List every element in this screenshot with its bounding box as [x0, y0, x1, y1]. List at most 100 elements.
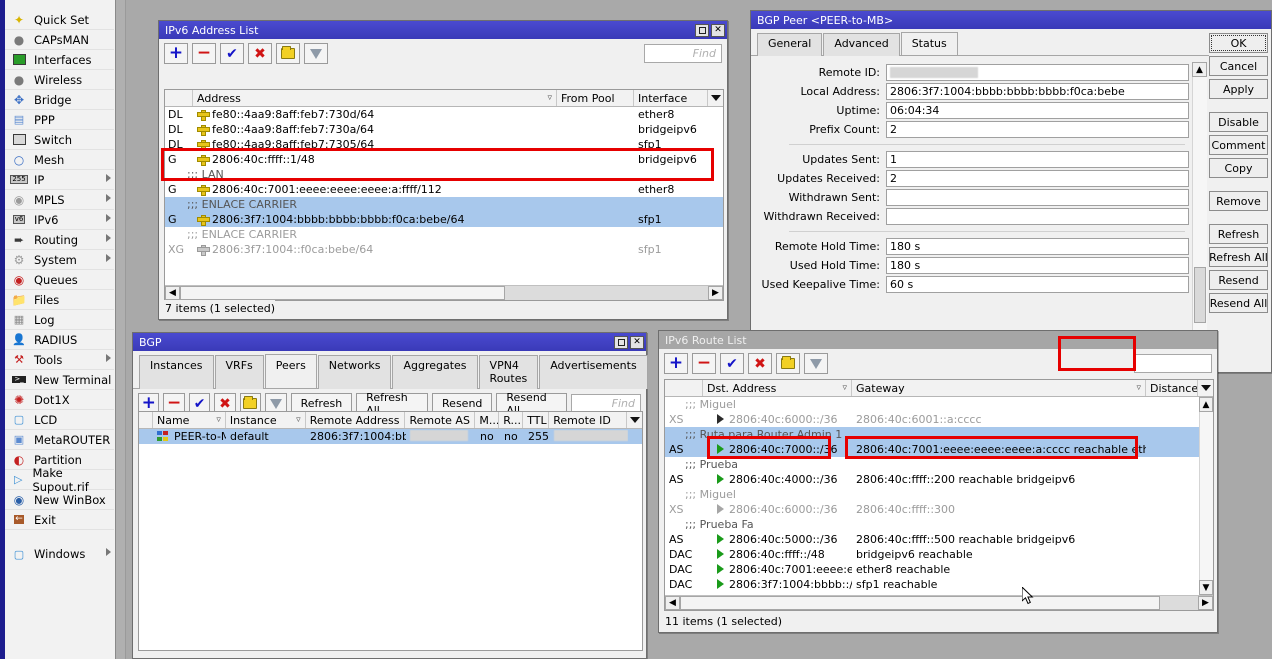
address-table-row[interactable]: DLfe80::4aa9:8aff:feb7:730d/64ether8: [165, 107, 723, 122]
comment-button[interactable]: [776, 353, 800, 374]
sidebar-item-metarouter[interactable]: ▣MetaROUTER: [5, 430, 114, 450]
tab-peers[interactable]: Peers: [265, 354, 317, 388]
column-chooser-icon[interactable]: [627, 412, 642, 428]
scroll-right-icon[interactable]: ▶: [708, 286, 723, 300]
ok-button[interactable]: OK: [1209, 33, 1268, 53]
route-comment-row[interactable]: ;;; Miguel: [665, 397, 1199, 412]
col-remote-address[interactable]: Remote Address: [306, 412, 406, 428]
address-table-row[interactable]: DLfe80::4aa9:8aff:feb7:730a/64bridgeipv6: [165, 122, 723, 137]
route-table-row[interactable]: AS2806:40c:7000::/362806:40c:7001:eeee:e…: [665, 442, 1199, 457]
close-icon[interactable]: ✕: [630, 336, 644, 349]
route-comment-row[interactable]: ;;; Prueba: [665, 457, 1199, 472]
field-value-input[interactable]: 2806:3f7:1004:bbbb:bbbb:bbbb:f0ca:bebe: [886, 83, 1189, 100]
col-name[interactable]: Name ▿: [153, 412, 226, 428]
resend-all-button[interactable]: Resend All: [1209, 293, 1268, 313]
route-comment-row[interactable]: ;;; Ruta para Router Admin 1: [665, 427, 1199, 442]
sidebar-item-dot1x[interactable]: ✺Dot1X: [5, 390, 114, 410]
col-flags[interactable]: [139, 412, 153, 428]
scroll-left-icon[interactable]: ◀: [165, 286, 180, 300]
col-interface[interactable]: Interface: [634, 90, 708, 106]
vscroll-track[interactable]: [1192, 77, 1207, 337]
address-table-row[interactable]: DLfe80::4aa9:8aff:feb7:7305/64sfp1: [165, 137, 723, 152]
address-comment-row[interactable]: ;;; ENLACE CARRIER: [165, 227, 723, 242]
sidebar-item-log[interactable]: ▦Log: [5, 310, 114, 330]
sidebar-item-lcd[interactable]: ▢LCD: [5, 410, 114, 430]
address-comment-row[interactable]: ;;; LAN: [165, 167, 723, 182]
resend-button[interactable]: Resend: [1209, 270, 1268, 290]
tab-aggregates[interactable]: Aggregates: [392, 355, 477, 389]
filter-button[interactable]: [304, 43, 328, 64]
sidebar-item-switch[interactable]: Switch: [5, 130, 114, 150]
route-hscrollbar[interactable]: ◀ ▶: [665, 595, 1213, 610]
col-dst-address[interactable]: Dst. Address ▿: [703, 380, 852, 396]
maximize-button[interactable]: [614, 336, 628, 349]
bgp-peer-row[interactable]: PEER-to-MBdefault2806:3f7:1004:bb...nono…: [139, 429, 642, 444]
sidebar-item-new-terminal[interactable]: >_New Terminal: [5, 370, 114, 390]
field-value-input[interactable]: 60 s: [886, 276, 1189, 293]
add-button[interactable]: +: [164, 43, 188, 64]
disable-button[interactable]: ✖: [248, 43, 272, 64]
vscroll-thumb[interactable]: [1194, 267, 1206, 323]
remove-button[interactable]: −: [192, 43, 216, 64]
col-m[interactable]: M...: [475, 412, 499, 428]
sidebar-item-system[interactable]: ⚙System: [5, 250, 114, 270]
field-value-input[interactable]: 180 s: [886, 238, 1189, 255]
peer-titlebar[interactable]: BGP Peer <PEER-to-MB>: [751, 11, 1271, 29]
route-table-row[interactable]: DAC2806:3f7:1004:bbbb::/64sfp1 reachable: [665, 577, 1199, 592]
sidebar-item-radius[interactable]: 👤RADIUS: [5, 330, 114, 350]
field-value-input[interactable]: [886, 208, 1189, 225]
col-instance[interactable]: Instance ▿: [226, 412, 306, 428]
scroll-down-icon[interactable]: ▼: [1199, 580, 1213, 595]
route-table-row[interactable]: DAC2806:40c:ffff::/48bridgeipv6 reachabl…: [665, 547, 1199, 562]
route-titlebar[interactable]: IPv6 Route List: [659, 331, 1217, 349]
route-comment-row[interactable]: ;;; Prueba Fa: [665, 517, 1199, 532]
address-table-row[interactable]: G2806:3f7:1004:bbbb:bbbb:bbbb:f0ca:bebe/…: [165, 212, 723, 227]
field-value-input[interactable]: [886, 189, 1189, 206]
address-table-row[interactable]: G2806:40c:7001:eeee:eeee:eeee:a:ffff/112…: [165, 182, 723, 197]
tab-advertisements[interactable]: Advertisements: [539, 355, 647, 389]
column-chooser-icon[interactable]: [1198, 380, 1213, 396]
col-flags[interactable]: [665, 380, 703, 396]
add-button[interactable]: +: [664, 353, 688, 374]
close-icon[interactable]: ✕: [711, 24, 725, 37]
route-table-row[interactable]: DAC2806:40c:7001:eeee:eee..ether8 reacha…: [665, 562, 1199, 577]
refresh-button[interactable]: Refresh: [1209, 224, 1268, 244]
tab-networks[interactable]: Networks: [318, 355, 392, 389]
enable-button[interactable]: ✔: [220, 43, 244, 64]
col-distance[interactable]: Distance: [1146, 380, 1198, 396]
hscroll-track[interactable]: [180, 286, 708, 300]
disable-button[interactable]: ✖: [748, 353, 772, 374]
tab-vpn4-routes[interactable]: VPN4 Routes: [479, 355, 539, 389]
sidebar-item-ppp[interactable]: ▤PPP: [5, 110, 114, 130]
sidebar-item-mpls[interactable]: ◉MPLS: [5, 190, 114, 210]
sidebar-item-windows[interactable]: ▢Windows: [5, 544, 114, 564]
sidebar-item-routing[interactable]: ➨Routing: [5, 230, 114, 250]
cancel-button[interactable]: Cancel: [1209, 56, 1268, 76]
sidebar-item-make-supout-rif[interactable]: ▷Make Supout.rif: [5, 470, 114, 490]
route-comment-row[interactable]: ;;; Miguel: [665, 487, 1199, 502]
bgp-titlebar[interactable]: BGP ✕: [133, 333, 646, 351]
remove-button[interactable]: Remove: [1209, 191, 1268, 211]
vscroll-track[interactable]: [1199, 412, 1213, 580]
address-hscrollbar[interactable]: ◀ ▶: [165, 285, 723, 300]
route-table-row[interactable]: AS2806:40c:4000::/362806:40c:ffff::200 r…: [665, 472, 1199, 487]
route-vscrollbar[interactable]: ▲ ▼: [1199, 397, 1213, 595]
scroll-up-icon[interactable]: ▲: [1192, 62, 1207, 77]
search-input[interactable]: [1134, 354, 1212, 373]
col-gateway[interactable]: Gateway ▿: [852, 380, 1146, 396]
sidebar-item-mesh[interactable]: ○Mesh: [5, 150, 114, 170]
sidebar-item-new-winbox[interactable]: ◉New WinBox: [5, 490, 114, 510]
col-remote-id[interactable]: Remote ID: [549, 412, 627, 428]
field-value-input[interactable]: 2: [886, 170, 1189, 187]
tab-vrfs[interactable]: VRFs: [215, 355, 264, 389]
peer-vscrollbar[interactable]: ▲ ▼: [1192, 62, 1207, 352]
sidebar-item-ip[interactable]: 255IP: [5, 170, 114, 190]
route-table-row[interactable]: XS2806:40c:6000::/362806:40c:6001::a:ccc…: [665, 412, 1199, 427]
address-table-row[interactable]: G2806:40c:ffff::1/48bridgeipv6: [165, 152, 723, 167]
col-ttl[interactable]: TTL: [523, 412, 549, 428]
sidebar-item-queues[interactable]: ◉Queues: [5, 270, 114, 290]
sidebar-item-ipv6[interactable]: v6IPv6: [5, 210, 114, 230]
scroll-left-icon[interactable]: ◀: [665, 596, 680, 610]
field-value-input[interactable]: 180 s: [886, 257, 1189, 274]
sidebar-item-interfaces[interactable]: Interfaces: [5, 50, 114, 70]
